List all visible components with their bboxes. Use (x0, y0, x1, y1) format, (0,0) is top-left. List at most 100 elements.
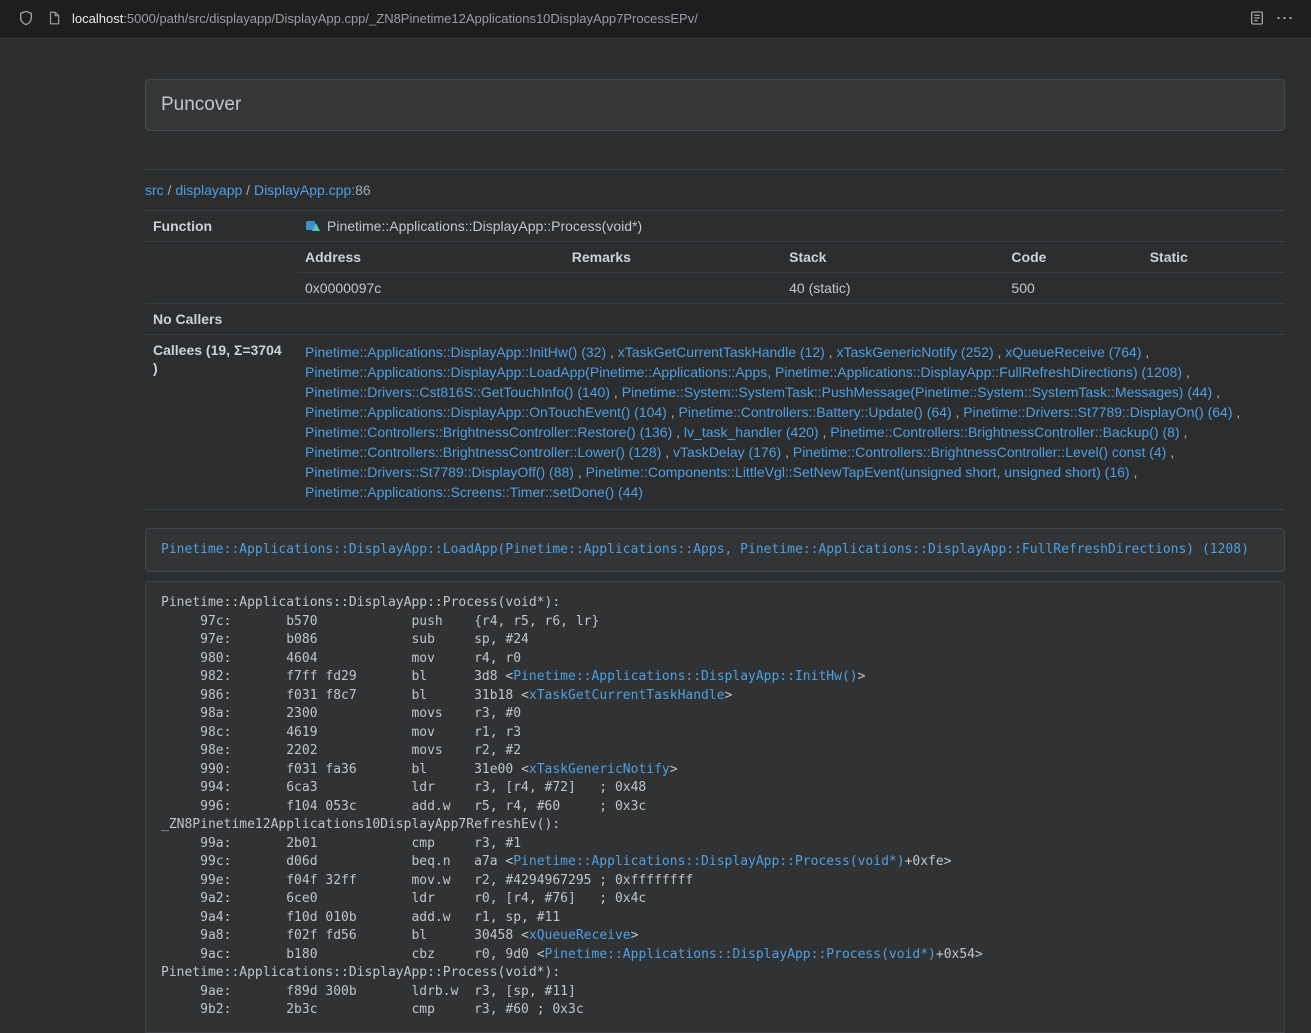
code-line: 99e: f04f 32ff mov.w r2, #4294967295 ; 0… (161, 872, 1269, 891)
page-container: Puncover src / displayapp / DisplayApp.c… (145, 79, 1285, 1033)
code-symbol-link[interactable]: xTaskGenericNotify (529, 762, 670, 777)
breadcrumb-link[interactable]: DisplayApp.cpp: (254, 182, 355, 198)
divider (145, 169, 1285, 170)
code-line: 982: f7ff fd29 bl 3d8 <Pinetime::Applica… (161, 668, 1269, 687)
callee-separator: , (1180, 424, 1188, 440)
navbar: Puncover (145, 79, 1285, 131)
stats-header-remarks: Remarks (564, 242, 781, 273)
code-symbol-link[interactable]: Pinetime::Applications::DisplayApp::Init… (513, 669, 857, 684)
code-line: 9a8: f02f fd56 bl 30458 <xQueueReceive> (161, 927, 1269, 946)
code-line: 98c: 4619 mov r1, r3 (161, 724, 1269, 743)
stats-header-code: Code (1003, 242, 1141, 273)
browser-chrome: localhost:5000/path/src/displayapp/Displ… (0, 0, 1311, 37)
stats-value: 0x0000097c (297, 273, 564, 304)
callee-separator: , (667, 404, 679, 420)
code-symbol-link[interactable]: Pinetime::Applications::DisplayApp::Proc… (545, 947, 936, 962)
reader-mode-icon[interactable] (1243, 4, 1271, 32)
code-line: _ZN8Pinetime12Applications10DisplayApp7R… (161, 816, 1269, 835)
breadcrumb: src / displayapp / DisplayApp.cpp:86 (145, 182, 1285, 198)
no-callers-row: No Callers (145, 304, 1285, 335)
callee-link[interactable]: lv_task_handler (420) (684, 424, 819, 440)
callee-link[interactable]: Pinetime::Drivers::St7789::DisplayOn() (… (963, 404, 1232, 420)
callee-link[interactable]: Pinetime::Components::LittleVgl::SetNewT… (586, 464, 1130, 480)
stats-header-static: Static (1142, 242, 1285, 273)
callee-link[interactable]: xQueueReceive (764) (1005, 344, 1141, 360)
code-line: 99c: d06d beq.n a7a <Pinetime::Applicati… (161, 853, 1269, 872)
code-symbol-link[interactable]: xTaskGetCurrentTaskHandle (529, 688, 725, 703)
page-info-icon[interactable] (40, 4, 68, 32)
shield-icon[interactable] (12, 4, 40, 32)
breadcrumb-separator: / (242, 182, 254, 198)
code-line: 9b2: 2b3c cmp r3, #60 ; 0x3c (161, 1001, 1269, 1020)
callee-link[interactable]: Pinetime::Controllers::BrightnessControl… (793, 444, 1166, 460)
highlighted-callee-panel: Pinetime::Applications::DisplayApp::Load… (145, 528, 1285, 572)
url-bar[interactable]: localhost:5000/path/src/displayapp/Displ… (72, 11, 1243, 26)
breadcrumb-separator: / (164, 182, 176, 198)
function-signature: Pinetime::Applications::DisplayApp::Proc… (327, 218, 642, 234)
stats-table: AddressRemarksStackCodeStatic 0x0000097c… (297, 242, 1285, 303)
callee-link[interactable]: Pinetime::Controllers::BrightnessControl… (305, 444, 661, 460)
code-line: Pinetime::Applications::DisplayApp::Proc… (161, 964, 1269, 983)
callees-list: Pinetime::Applications::DisplayApp::Init… (297, 335, 1285, 510)
callee-separator: , (661, 444, 673, 460)
code-line: 9a4: f10d 010b add.w r1, sp, #11 (161, 909, 1269, 928)
code-line: 9ae: f89d 300b ldrb.w r3, [sp, #11] (161, 983, 1269, 1002)
code-line: 97e: b086 sub sp, #24 (161, 631, 1269, 650)
code-line: 990: f031 fa36 bl 31e00 <xTaskGenericNot… (161, 761, 1269, 780)
callee-separator: , (610, 384, 622, 400)
callee-link[interactable]: Pinetime::Applications::DisplayApp::Load… (305, 364, 1182, 380)
highlighted-callee-link[interactable]: Pinetime::Applications::DisplayApp::Load… (161, 542, 1249, 557)
callee-link[interactable]: Pinetime::System::SystemTask::PushMessag… (622, 384, 1213, 400)
code-line: 98e: 2202 movs r2, #2 (161, 742, 1269, 761)
no-callers-label: No Callers (145, 304, 297, 335)
function-signature-cell: Pinetime::Applications::DisplayApp::Proc… (297, 211, 1285, 242)
callee-separator: , (819, 424, 831, 440)
callee-link[interactable]: Pinetime::Controllers::BrightnessControl… (830, 424, 1179, 440)
breadcrumb-line-number: 86 (355, 182, 371, 198)
callee-link[interactable]: Pinetime::Controllers::BrightnessControl… (305, 424, 672, 440)
symbol-type-icon (305, 218, 321, 234)
function-label: Function (145, 211, 297, 242)
no-callers-cell (297, 304, 1285, 335)
disassembly: Pinetime::Applications::DisplayApp::Proc… (145, 581, 1285, 1033)
code-line: 980: 4604 mov r4, r0 (161, 650, 1269, 669)
function-row: Function Pinetime::Applications::Display… (145, 211, 1285, 242)
callee-separator: , (825, 344, 837, 360)
stats-row-label (145, 242, 297, 304)
callee-link[interactable]: vTaskDelay (176) (673, 444, 781, 460)
callee-separator: , (1182, 364, 1190, 380)
code-line: 9a2: 6ce0 ldr r0, [r4, #76] ; 0x4c (161, 890, 1269, 909)
code-symbol-link[interactable]: Pinetime::Applications::DisplayApp::Proc… (513, 854, 904, 869)
callee-separator: , (952, 404, 964, 420)
callee-separator: , (1212, 384, 1220, 400)
callee-link[interactable]: Pinetime::Applications::Screens::Timer::… (305, 484, 643, 500)
stats-header-address: Address (297, 242, 564, 273)
overflow-menu-icon[interactable]: ⋯ (1271, 4, 1299, 32)
breadcrumb-link[interactable]: src (145, 182, 164, 198)
breadcrumb-link[interactable]: displayapp (175, 182, 242, 198)
callee-link[interactable]: Pinetime::Drivers::St7789::DisplayOff() … (305, 464, 574, 480)
stats-value (564, 273, 781, 304)
code-line: 986: f031 f8c7 bl 31b18 <xTaskGetCurrent… (161, 687, 1269, 706)
callee-separator: , (1130, 464, 1138, 480)
callee-link[interactable]: Pinetime::Applications::DisplayApp::Init… (305, 344, 606, 360)
code-symbol-link[interactable]: xQueueReceive (529, 928, 631, 943)
function-table: Function Pinetime::Applications::Display… (145, 210, 1285, 510)
code-line: 994: 6ca3 ldr r3, [r4, #72] ; 0x48 (161, 779, 1269, 798)
callee-link[interactable]: xTaskGenericNotify (252) (836, 344, 993, 360)
callee-link[interactable]: Pinetime::Drivers::Cst816S::GetTouchInfo… (305, 384, 610, 400)
stats-value (1142, 273, 1285, 304)
callee-link[interactable]: Pinetime::Applications::DisplayApp::OnTo… (305, 404, 667, 420)
stats-header-stack: Stack (781, 242, 1003, 273)
url-host: localhost (72, 11, 123, 26)
callees-label: Callees (19, Σ=3704 ) (145, 335, 297, 510)
code-line: 9ac: b180 cbz r0, 9d0 <Pinetime::Applica… (161, 946, 1269, 965)
navbar-brand[interactable]: Puncover (161, 94, 241, 116)
stats-value: 40 (static) (781, 273, 1003, 304)
callee-separator: , (994, 344, 1006, 360)
url-path: :5000/path/src/displayapp/DisplayApp.cpp… (123, 11, 698, 26)
callee-separator: , (1233, 404, 1241, 420)
callee-link[interactable]: Pinetime::Controllers::Battery::Update()… (679, 404, 952, 420)
stats-header-row: AddressRemarksStackCodeStatic (297, 242, 1285, 273)
callee-link[interactable]: xTaskGetCurrentTaskHandle (12) (618, 344, 825, 360)
